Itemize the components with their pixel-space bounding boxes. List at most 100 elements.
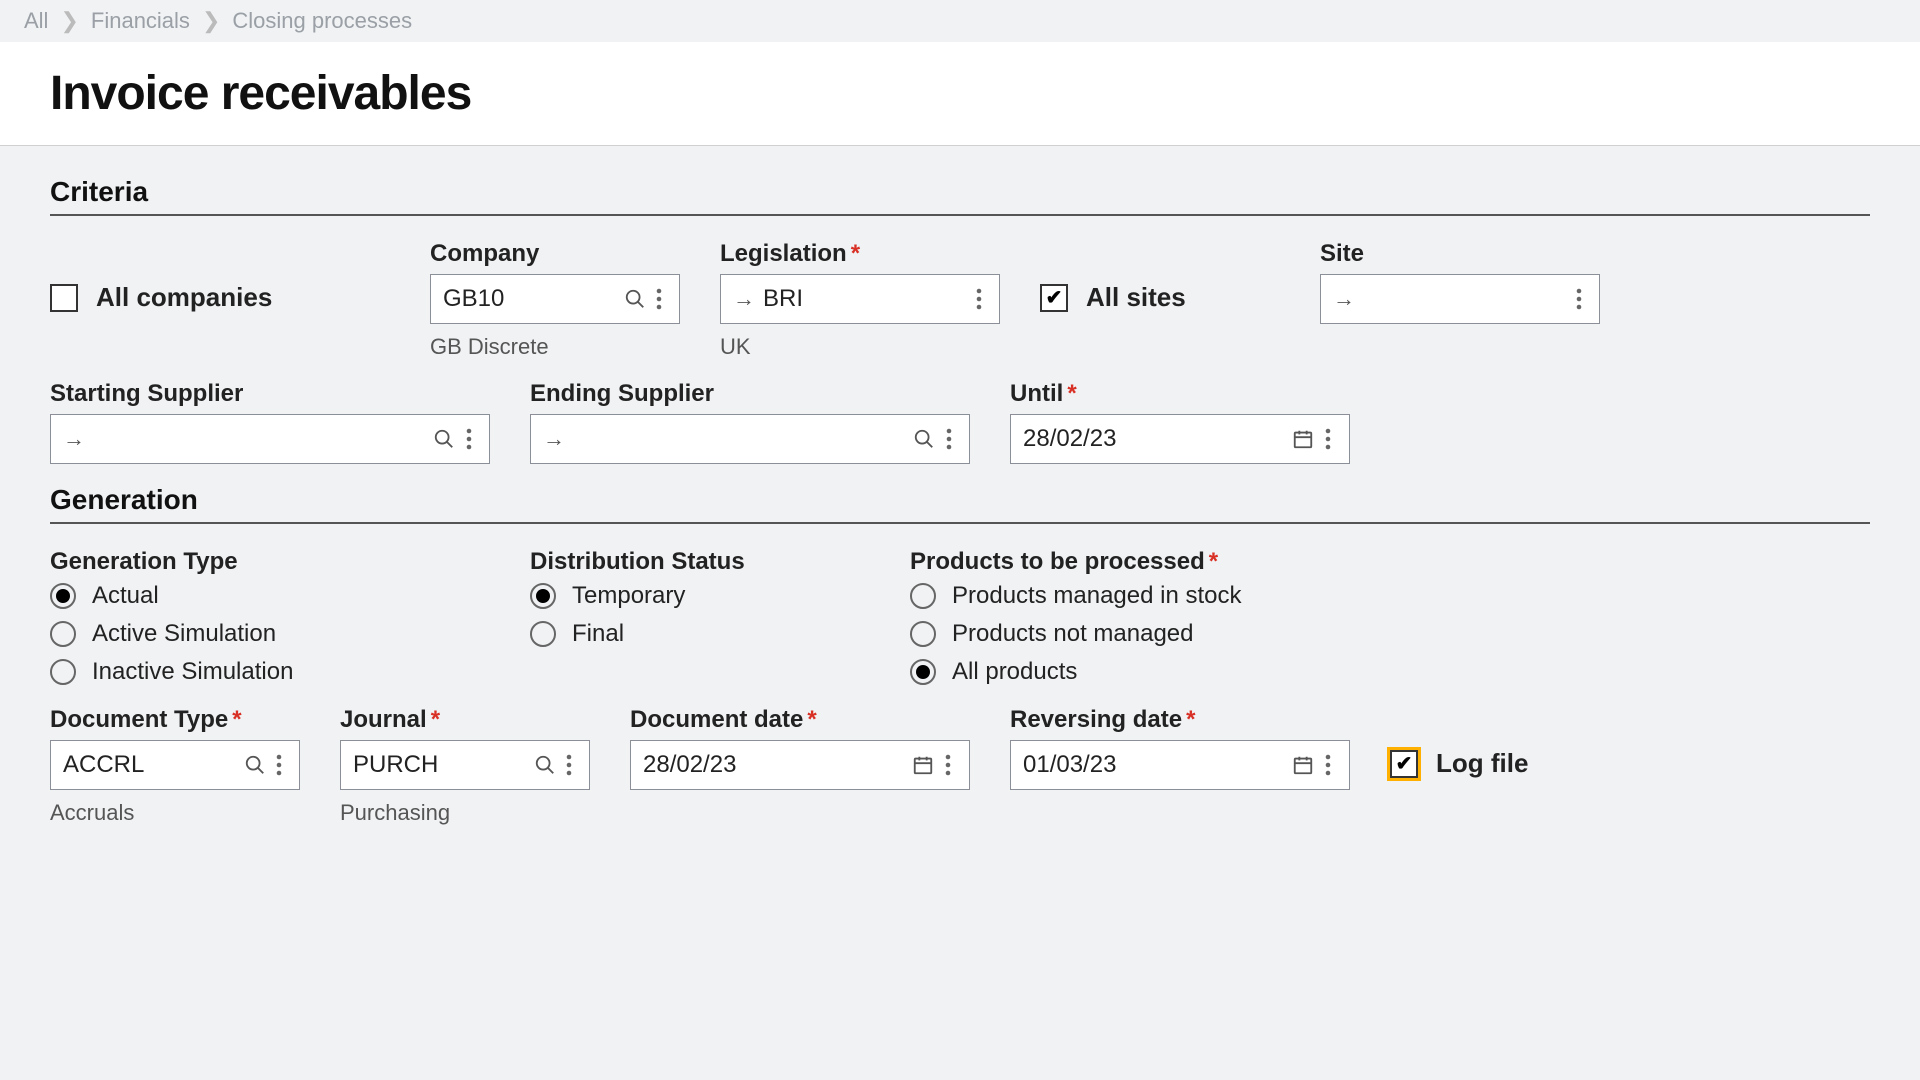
legislation-label: Legislation* xyxy=(720,240,1000,268)
ending-supplier-label: Ending Supplier xyxy=(530,380,970,408)
reversing-date-input[interactable] xyxy=(1023,751,1291,779)
legislation-hint: UK xyxy=(720,334,1000,360)
document-date-input-wrap xyxy=(630,740,970,790)
journal-input[interactable] xyxy=(353,751,534,779)
log-file-checkbox[interactable] xyxy=(1390,750,1418,778)
search-icon[interactable] xyxy=(534,750,558,780)
arrow-right-icon: → xyxy=(733,286,755,312)
more-icon[interactable] xyxy=(647,284,671,314)
dist-status-option-temporary[interactable]: Temporary xyxy=(530,582,870,610)
calendar-icon[interactable] xyxy=(1291,424,1316,454)
distribution-status-label: Distribution Status xyxy=(530,548,870,576)
section-title-criteria: Criteria xyxy=(50,176,1870,208)
starting-supplier-input[interactable] xyxy=(93,425,432,453)
section-divider xyxy=(50,214,1870,216)
journal-field: Journal* Purchasing xyxy=(340,706,590,826)
reversing-date-label: Reversing date* xyxy=(1010,706,1350,734)
search-icon[interactable] xyxy=(432,424,456,454)
more-icon[interactable] xyxy=(1316,424,1341,454)
search-icon[interactable] xyxy=(912,424,936,454)
all-companies-field: All companies xyxy=(50,282,390,313)
ending-supplier-input-wrap: → xyxy=(530,414,970,464)
log-file-field: Log file xyxy=(1390,748,1528,779)
until-input-wrap xyxy=(1010,414,1350,464)
more-icon[interactable] xyxy=(457,424,481,454)
dist-status-option-final[interactable]: Final xyxy=(530,620,870,648)
gen-type-option-inactive-sim[interactable]: Inactive Simulation xyxy=(50,658,490,686)
document-date-input[interactable] xyxy=(643,751,911,779)
distribution-status-field: Distribution Status Temporary Final xyxy=(530,548,870,648)
document-type-label: Document Type* xyxy=(50,706,300,734)
all-sites-label: All sites xyxy=(1086,282,1186,313)
ending-supplier-field: Ending Supplier → xyxy=(530,380,970,464)
products-option-not-managed[interactable]: Products not managed xyxy=(910,620,1350,648)
reversing-date-input-wrap xyxy=(1010,740,1350,790)
gen-type-option-active-sim[interactable]: Active Simulation xyxy=(50,620,490,648)
products-field: Products to be processed* Products manag… xyxy=(910,548,1350,686)
generation-type-label: Generation Type xyxy=(50,548,490,576)
arrow-right-icon: → xyxy=(63,426,85,452)
chevron-right-icon: ❯ xyxy=(202,8,220,34)
document-type-input-wrap xyxy=(50,740,300,790)
company-input[interactable] xyxy=(443,285,624,313)
journal-label: Journal* xyxy=(340,706,590,734)
starting-supplier-input-wrap: → xyxy=(50,414,490,464)
section-title-generation: Generation xyxy=(50,484,1870,516)
breadcrumb-item-all[interactable]: All xyxy=(24,8,48,34)
page-header: Invoice receivables xyxy=(0,42,1920,146)
company-field: Company GB Discrete xyxy=(430,240,680,360)
all-sites-checkbox[interactable] xyxy=(1040,284,1068,312)
site-label: Site xyxy=(1320,240,1600,268)
calendar-icon[interactable] xyxy=(911,750,936,780)
starting-supplier-field: Starting Supplier → xyxy=(50,380,490,464)
all-companies-checkbox[interactable] xyxy=(50,284,78,312)
all-sites-field: All sites xyxy=(1040,282,1280,313)
chevron-right-icon: ❯ xyxy=(60,8,78,34)
until-label: Until* xyxy=(1010,380,1350,408)
more-icon[interactable] xyxy=(937,424,961,454)
document-type-input[interactable] xyxy=(63,751,244,779)
until-input[interactable] xyxy=(1023,425,1291,453)
products-label: Products to be processed* xyxy=(910,548,1350,576)
more-icon[interactable] xyxy=(267,750,291,780)
legislation-input-wrap: → xyxy=(720,274,1000,324)
calendar-icon[interactable] xyxy=(1291,750,1316,780)
site-input[interactable] xyxy=(1363,285,1567,313)
site-field: Site → xyxy=(1320,240,1600,324)
company-hint: GB Discrete xyxy=(430,334,680,360)
breadcrumb-item-financials[interactable]: Financials xyxy=(91,8,190,34)
starting-supplier-label: Starting Supplier xyxy=(50,380,490,408)
journal-input-wrap xyxy=(340,740,590,790)
gen-type-option-actual[interactable]: Actual xyxy=(50,582,490,610)
more-icon[interactable] xyxy=(967,284,991,314)
ending-supplier-input[interactable] xyxy=(573,425,912,453)
reversing-date-field: Reversing date* xyxy=(1010,706,1350,790)
company-label: Company xyxy=(430,240,680,268)
document-type-hint: Accruals xyxy=(50,800,300,826)
legislation-field: Legislation* → UK xyxy=(720,240,1000,360)
arrow-right-icon: → xyxy=(543,426,565,452)
products-option-all[interactable]: All products xyxy=(910,658,1350,686)
journal-hint: Purchasing xyxy=(340,800,590,826)
more-icon[interactable] xyxy=(1316,750,1341,780)
page-title: Invoice receivables xyxy=(50,66,1870,121)
more-icon[interactable] xyxy=(557,750,581,780)
site-input-wrap: → xyxy=(1320,274,1600,324)
document-date-label: Document date* xyxy=(630,706,970,734)
document-type-field: Document Type* Accruals xyxy=(50,706,300,826)
arrow-right-icon: → xyxy=(1333,286,1355,312)
until-field: Until* xyxy=(1010,380,1350,464)
breadcrumb: All ❯ Financials ❯ Closing processes xyxy=(0,0,1920,42)
products-option-managed[interactable]: Products managed in stock xyxy=(910,582,1350,610)
breadcrumb-item-closing[interactable]: Closing processes xyxy=(232,8,412,34)
all-companies-label: All companies xyxy=(96,282,272,313)
legislation-input[interactable] xyxy=(763,285,967,313)
search-icon[interactable] xyxy=(624,284,648,314)
search-icon[interactable] xyxy=(244,750,268,780)
company-input-wrap xyxy=(430,274,680,324)
more-icon[interactable] xyxy=(1567,284,1591,314)
document-date-field: Document date* xyxy=(630,706,970,790)
more-icon[interactable] xyxy=(936,750,961,780)
section-divider xyxy=(50,522,1870,524)
generation-type-field: Generation Type Actual Active Simulation… xyxy=(50,548,490,686)
